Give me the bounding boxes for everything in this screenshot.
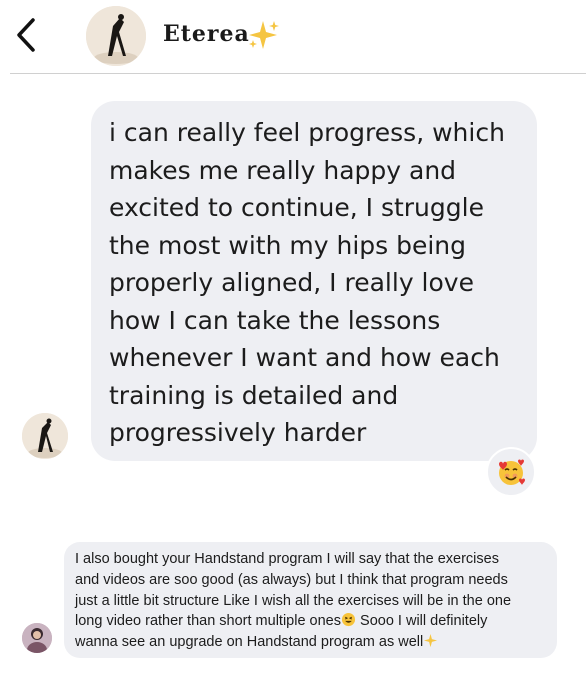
sparkles-icon (424, 634, 438, 648)
chat-header: Eterea (0, 0, 586, 74)
message-line: and videos are soo good (as always) but … (75, 571, 508, 588)
contact-avatar[interactable] (86, 6, 146, 66)
grinning-squinting-face-icon (341, 613, 356, 627)
message-bubble[interactable]: i can really feel progress, which makes … (91, 101, 537, 461)
smiling-face-with-hearts-icon (499, 459, 525, 485)
message-line: the most with my hips being (109, 230, 467, 260)
message-bubble[interactable]: I also bought your Handstand program I w… (64, 542, 557, 658)
contact-name[interactable]: Eterea (163, 21, 250, 47)
message-line: excited to continue, I struggle (109, 193, 484, 222)
message-reaction[interactable] (486, 447, 536, 497)
message-line: training is detailed and (109, 380, 399, 410)
message-line: i can really feel progress, which (109, 118, 505, 147)
sparkles-icon (249, 21, 279, 49)
chevron-left-icon (17, 18, 35, 52)
sender-avatar[interactable] (22, 623, 52, 653)
message-line: progressively harder (109, 418, 367, 447)
message-line: long video rather than short multiple on… (75, 611, 549, 632)
back-button[interactable] (8, 12, 44, 58)
message-line: I also bought your Handstand program I w… (75, 551, 499, 567)
message-line-text: long video rather than short multiple on… (75, 613, 341, 630)
sender-avatar[interactable] (22, 413, 68, 459)
message-line: makes me really happy and (109, 155, 457, 185)
message-line: whenever I want and how each (109, 343, 500, 372)
message-line: wanna see an upgrade on Handstand progra… (75, 632, 549, 653)
message-line-text: Sooo I will definitely (356, 613, 488, 630)
message-line-text: wanna see an upgrade on Handstand progra… (75, 634, 424, 651)
header-divider (10, 73, 586, 74)
message-line: how I can take the lessons (109, 305, 441, 335)
message-line: just a little bit structure Like I wish … (75, 592, 512, 609)
message-line: properly aligned, I really love (109, 268, 474, 297)
